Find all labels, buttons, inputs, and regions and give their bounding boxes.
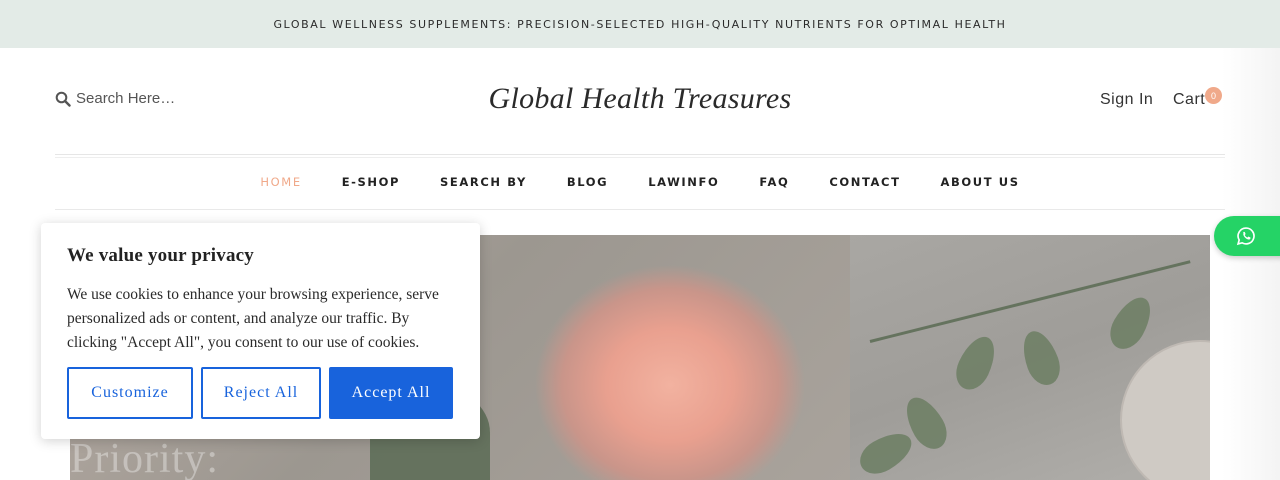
eucalyptus-leaf bbox=[949, 330, 1003, 396]
header-divider bbox=[55, 154, 1225, 155]
header-divider-secondary bbox=[55, 157, 1225, 158]
nav-divider bbox=[55, 209, 1225, 210]
accept-all-button[interactable]: Accept All bbox=[329, 367, 453, 419]
nav-item-home[interactable]: HOME bbox=[240, 175, 321, 189]
main-nav: HOME E-SHOP SEARCH BY BLOG LAWINFO FAQ C… bbox=[0, 175, 1280, 189]
eucalyptus-leaf bbox=[853, 425, 919, 480]
nav-item-about-us[interactable]: ABOUT US bbox=[921, 175, 1040, 189]
nav-item-contact[interactable]: CONTACT bbox=[809, 175, 920, 189]
eucalyptus-leaf bbox=[1103, 290, 1159, 356]
hero-overlay-text: Priority: bbox=[70, 436, 220, 480]
customize-button[interactable]: Customize bbox=[67, 367, 193, 419]
announcement-text: GLOBAL WELLNESS SUPPLEMENTS: PRECISION-S… bbox=[273, 17, 1007, 31]
nav-item-lawinfo[interactable]: LAWINFO bbox=[628, 175, 739, 189]
cart-count-badge: 0 bbox=[1205, 87, 1222, 104]
cookie-description: We use cookies to enhance your browsing … bbox=[67, 286, 439, 351]
nav-item-faq[interactable]: FAQ bbox=[739, 175, 809, 189]
cookie-actions: Customize Reject All Accept All bbox=[67, 367, 453, 419]
announcement-bar: GLOBAL WELLNESS SUPPLEMENTS: PRECISION-S… bbox=[0, 0, 1280, 48]
whatsapp-icon bbox=[1236, 227, 1255, 246]
nav-item-search-by[interactable]: SEARCH BY bbox=[420, 175, 547, 189]
reject-all-button[interactable]: Reject All bbox=[201, 367, 321, 419]
cookie-consent-banner: We value your privacy We use cookies to … bbox=[41, 223, 480, 439]
site-logo[interactable]: Global Health Treasures bbox=[0, 82, 1280, 116]
hero-eucalyptus-image bbox=[850, 235, 1210, 480]
nav-item-eshop[interactable]: E-SHOP bbox=[322, 175, 420, 189]
eucalyptus-leaf bbox=[1016, 326, 1066, 390]
hero-bowl bbox=[1120, 340, 1210, 480]
sign-in-link[interactable]: Sign In bbox=[1100, 91, 1153, 109]
cookie-title: We value your privacy bbox=[67, 245, 254, 266]
whatsapp-button[interactable] bbox=[1214, 216, 1280, 256]
cart-link[interactable]: Cart bbox=[1173, 91, 1205, 109]
nav-item-blog[interactable]: BLOG bbox=[547, 175, 628, 189]
